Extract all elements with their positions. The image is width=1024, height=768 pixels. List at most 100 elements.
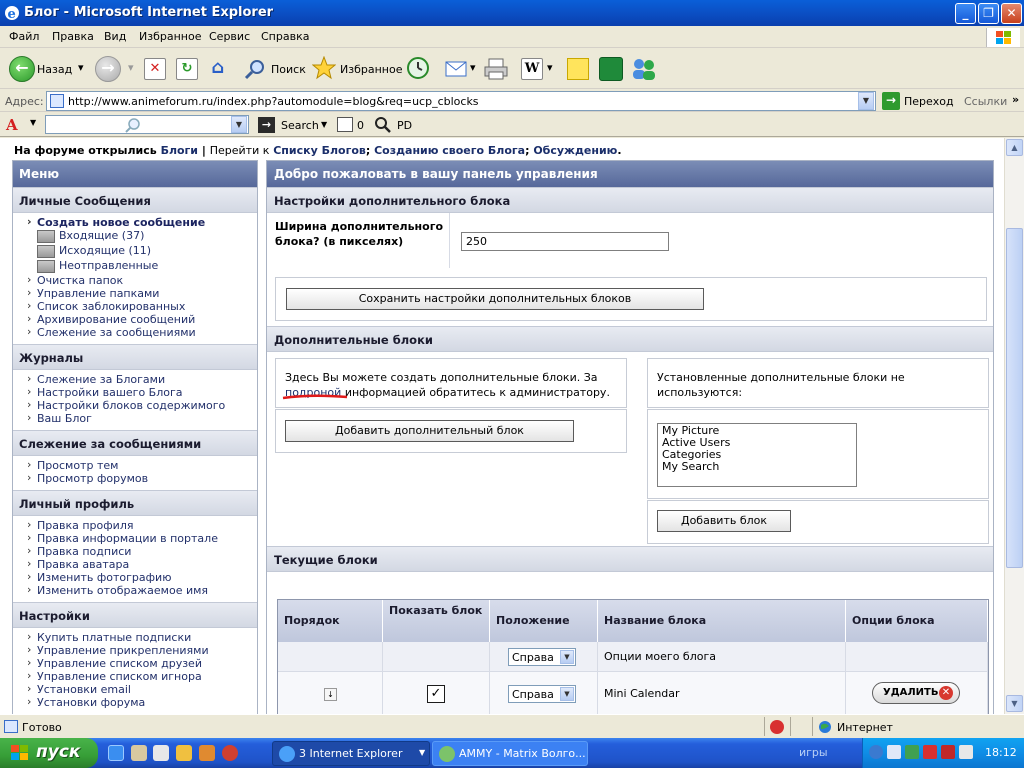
popup-blocker-icon[interactable] [337,117,353,132]
mail-dropdown-icon[interactable]: ▾ [470,61,476,74]
go-arrow-icon[interactable]: → [882,92,900,110]
add-extra-block-button[interactable]: Добавить дополнительный блок [285,420,574,442]
stop-icon[interactable]: ✕ [144,58,166,80]
menu-item-paid-subscriptions[interactable]: Купить платные подписки [27,630,257,644]
ie-quicklaunch-icon[interactable] [108,745,124,761]
menu-item-ignore-list[interactable]: Управление списком игнора [27,669,257,683]
installed-blocks-list[interactable]: My Picture Active Users Categories My Se… [657,423,857,487]
desktop-quicklaunch-icon[interactable] [153,745,169,761]
row2-show-checkbox[interactable]: ✓ [427,685,445,703]
tray-volume-icon[interactable] [959,745,973,759]
menu-item-blocked-list[interactable]: Список заблокированных [27,299,257,313]
save-settings-button[interactable]: Сохранить настройки дополнительных блоко… [286,288,704,310]
menu-item-archive[interactable]: Архивирование сообщений [27,312,257,326]
add-block-button[interactable]: Добавить блок [657,510,791,532]
task-group-dropdown-icon[interactable]: ▼ [419,748,425,757]
back-label[interactable]: Назад [37,63,72,76]
history-icon[interactable] [406,56,430,80]
back-dropdown-icon[interactable]: ▾ [78,61,84,74]
logo-dropdown-icon[interactable]: ▼ [30,118,36,127]
minimize-button[interactable]: _ [955,3,976,24]
home-icon[interactable]: ⌂ [207,58,229,80]
menu-item-edit-avatar[interactable]: Правка аватара [27,557,257,571]
scroll-thumb[interactable] [1006,228,1023,568]
search-go-icon[interactable]: → [258,117,275,133]
address-url[interactable]: http://www.animeforum.ru/index.php?autom… [68,95,479,108]
block-width-input[interactable]: 250 [461,232,669,251]
go-button[interactable]: Переход [904,95,954,108]
edit-icon[interactable]: W [521,58,543,80]
menu-item-blog-tracking[interactable]: Слежение за Блогами [27,372,257,386]
select-arrow-icon[interactable]: ▼ [560,650,574,664]
start-button[interactable]: пуск [0,738,98,768]
close-button[interactable]: ✕ [1001,3,1022,24]
menu-edit[interactable]: Правка [52,30,94,43]
menu-item-change-photo[interactable]: Изменить фотографию [27,570,257,584]
refresh-icon[interactable]: ↻ [176,58,198,80]
menu-help[interactable]: Справка [261,30,309,43]
links-button[interactable]: Ссылки [964,95,1007,108]
search-dropdown-icon[interactable]: ▼ [231,116,247,133]
menu-item-inbox[interactable]: Входящие (37) [35,229,257,244]
menu-item-edit-signature[interactable]: Правка подписи [27,544,257,558]
tray-clock[interactable]: 18:12 [985,746,1017,759]
icq-quicklaunch-icon[interactable] [176,745,192,761]
tray-update-icon[interactable] [905,745,919,759]
toolbar-logo-icon[interactable]: A [6,116,28,134]
menu-item-drafts[interactable]: Неотправленные [35,259,257,274]
task-ammy[interactable]: AMMY - Matrix Волго... [432,741,588,766]
window-titlebar[interactable]: e Блог - Microsoft Internet Explorer _ ❐… [0,0,1024,26]
links-more-icon[interactable]: » [1012,93,1019,106]
favorites-icon[interactable] [312,56,336,80]
scroll-down-icon[interactable]: ▼ [1006,695,1023,712]
delete-block-button[interactable]: УДАЛИТЬ ✕ [872,682,960,704]
menu-item-blog-settings[interactable]: Настройки вашего Блога [27,385,257,399]
menu-item-attachments[interactable]: Управление прикреплениями [27,643,257,657]
forward-dropdown-icon[interactable]: ▾ [128,61,134,74]
favorites-label[interactable]: Избранное [340,63,402,76]
menu-item-view-topics[interactable]: Просмотр тем [27,458,257,472]
move-down-icon[interactable]: ↓ [324,688,337,701]
row1-position-select[interactable]: Справа ▼ [508,648,576,666]
menu-item-forum-settings[interactable]: Установки форума [27,695,257,709]
task-internet-explorer[interactable]: 3 Internet Explorer ▼ [272,741,430,766]
create-blog-link[interactable]: Созданию своего Блога [374,144,525,157]
toolbar-search-input[interactable]: ▼ [45,115,249,134]
menu-item-content-blocks[interactable]: Настройки блоков содержимого [27,398,257,412]
row2-position-select[interactable]: Справа ▼ [508,685,576,703]
search-button[interactable]: Search [281,119,319,132]
menu-item-edit-profile[interactable]: Правка профиля [27,518,257,532]
forward-icon[interactable]: → [95,56,121,82]
menu-item-outbox[interactable]: Исходящие (11) [35,244,257,259]
player-quicklaunch-icon[interactable] [222,745,238,761]
blog-list-link[interactable]: Списку Блогов [273,144,366,157]
menu-item-new-message[interactable]: Создать новое сообщение [27,215,257,229]
games-toolbar-label[interactable]: игры [799,746,828,759]
pd-search-icon[interactable] [374,116,392,134]
messenger-icon[interactable] [599,57,623,81]
popup-blocked-icon[interactable] [770,720,784,734]
menu-file[interactable]: Файл [9,30,39,43]
address-dropdown-icon[interactable]: ▼ [858,92,874,110]
print-icon[interactable] [483,57,509,81]
menu-item-your-blog[interactable]: Ваш Блог [27,411,257,425]
menu-item-clear-folders[interactable]: Очистка папок [27,273,257,287]
tray-back-icon[interactable] [869,745,883,759]
tray-antivirus-icon[interactable] [923,745,937,759]
menu-item-edit-portal-info[interactable]: Правка информации в портале [27,531,257,545]
menu-item-change-display-name[interactable]: Изменить отображаемое имя [27,583,257,597]
search-label[interactable]: Поиск [271,63,306,76]
menu-item-view-forums[interactable]: Просмотр форумов [27,471,257,485]
mail-icon[interactable] [445,58,469,80]
menu-item-email-settings[interactable]: Установки email [27,682,257,696]
maximize-button[interactable]: ❐ [978,3,999,24]
tray-security-icon[interactable] [941,745,955,759]
pd-label[interactable]: PD [397,119,412,132]
menu-item-friends-list[interactable]: Управление списком друзей [27,656,257,670]
app-quicklaunch-icon[interactable] [199,745,215,761]
address-input[interactable]: http://www.animeforum.ru/index.php?autom… [46,91,876,111]
contacts-icon[interactable] [630,56,658,82]
scroll-up-icon[interactable]: ▲ [1006,139,1023,156]
search-icon[interactable] [244,58,266,80]
menu-view[interactable]: Вид [104,30,126,43]
